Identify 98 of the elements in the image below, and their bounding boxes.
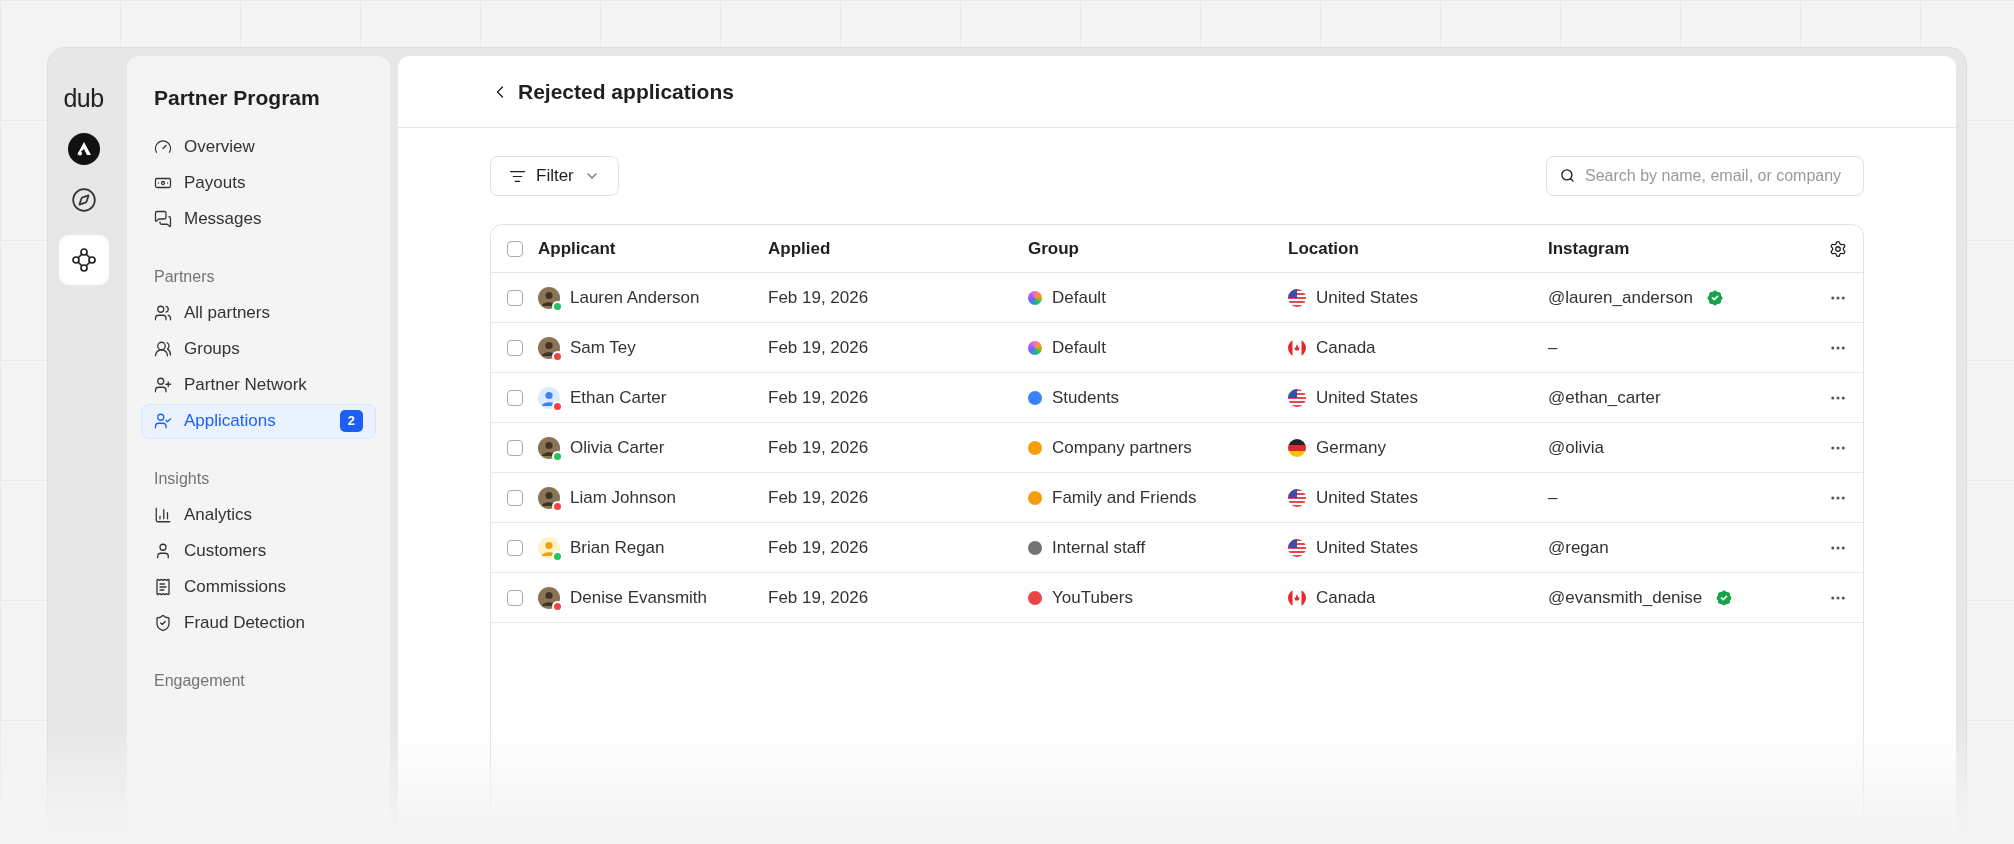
checkbox[interactable] — [507, 240, 523, 257]
flag-icon — [1288, 438, 1306, 457]
sidebar-item[interactable]: Commissions — [141, 569, 376, 605]
avatar — [538, 436, 560, 459]
user-check-icon — [154, 412, 172, 430]
group-name: Internal staff — [1052, 536, 1146, 559]
sidebar-item[interactable]: Groups — [141, 331, 376, 367]
user-plus-icon — [154, 376, 172, 394]
applicant-name: Olivia Carter — [570, 436, 665, 459]
receipt-icon — [154, 578, 172, 596]
instagram-handle: – — [1548, 486, 1558, 509]
applied-date: Feb 19, 2026 — [768, 287, 869, 307]
users-icon — [154, 304, 172, 322]
location-name: United States — [1316, 536, 1419, 559]
sidebar-title: Partner Program — [153, 85, 321, 111]
location-name: United States — [1316, 486, 1419, 509]
applied-date: Feb 19, 2026 — [768, 437, 869, 457]
partners-nav-button[interactable] — [58, 235, 109, 285]
applied-date: Feb 19, 2026 — [768, 587, 869, 607]
applied-date: Feb 19, 2026 — [768, 387, 869, 407]
checkbox[interactable] — [507, 439, 523, 456]
gauge-icon — [154, 138, 172, 156]
group-icon — [154, 340, 172, 358]
column-header: Location — [1288, 237, 1359, 260]
location-name: United States — [1316, 386, 1419, 409]
count-badge: 2 — [339, 410, 363, 432]
section-heading: Insights — [153, 468, 211, 489]
settings-icon[interactable] — [1829, 239, 1847, 258]
location-name: Canada — [1316, 586, 1376, 609]
sidebar-item[interactable]: All partners — [141, 295, 376, 331]
column-header: Instagram — [1548, 237, 1630, 260]
filter-button[interactable]: Filter — [490, 156, 619, 196]
user-icon — [154, 542, 172, 560]
applicant-name: Ethan Carter — [570, 386, 667, 409]
checkbox[interactable] — [507, 539, 523, 556]
group-name: Default — [1052, 336, 1106, 359]
sidebar-item[interactable]: Messages — [141, 201, 376, 237]
page-title: Rejected applications — [518, 78, 734, 105]
instagram-handle: @lauren_anderson — [1548, 286, 1693, 309]
flag-icon — [1288, 338, 1306, 357]
search-field[interactable]: Search by name, email, or company — [1546, 156, 1864, 196]
chat-icon — [154, 210, 172, 228]
avatar — [538, 586, 560, 609]
section-heading: Partners — [153, 266, 216, 287]
group-name: Default — [1052, 286, 1106, 309]
sidebar-item[interactable]: Customers — [141, 533, 376, 569]
instagram-handle: @regan — [1548, 536, 1609, 559]
instagram-handle: @ethan_carter — [1548, 386, 1661, 409]
avatar — [538, 286, 560, 309]
checkbox[interactable] — [507, 289, 523, 306]
workspace-logo-icon[interactable] — [67, 133, 100, 165]
group-name: Company partners — [1052, 436, 1192, 459]
flag-icon — [1288, 538, 1306, 557]
applied-date: Feb 19, 2026 — [768, 537, 869, 557]
instagram-handle: – — [1548, 336, 1558, 359]
compass-icon[interactable] — [70, 187, 97, 213]
sidebar-item[interactable]: Analytics — [141, 497, 376, 533]
avatar — [538, 386, 560, 409]
location-name: United States — [1316, 286, 1419, 309]
checkbox[interactable] — [507, 589, 523, 606]
avatar — [538, 486, 560, 509]
sidebar-item[interactable]: Fraud Detection — [141, 605, 376, 641]
location-name: Germany — [1316, 436, 1386, 459]
flag-icon — [1288, 388, 1306, 407]
column-header: Group — [1028, 237, 1079, 260]
section-heading: Engagement — [153, 670, 246, 691]
brand-logo[interactable]: dub — [63, 86, 104, 111]
sidebar-item[interactable]: Payouts — [141, 165, 376, 201]
checkbox[interactable] — [507, 339, 523, 356]
applicant-name: Lauren Anderson — [570, 286, 700, 309]
avatar — [538, 536, 560, 559]
network-icon — [70, 247, 97, 273]
avatar — [538, 336, 560, 359]
group-name: Family and Friends — [1052, 486, 1197, 509]
applied-date: Feb 19, 2026 — [768, 487, 869, 507]
column-header: Applied — [768, 237, 831, 260]
sidebar-item[interactable]: Overview — [141, 129, 376, 165]
applicant-name: Brian Regan — [570, 536, 665, 559]
applied-date: Feb 19, 2026 — [768, 337, 869, 357]
applicant-name: Denise Evansmith — [570, 586, 707, 609]
applicant-name: Liam Johnson — [570, 486, 676, 509]
column-header: Applicant — [538, 237, 616, 260]
flag-icon — [1288, 488, 1306, 507]
flag-icon — [1288, 288, 1306, 307]
location-name: Canada — [1316, 336, 1376, 359]
search-icon — [1560, 168, 1575, 183]
applicant-name: Sam Tey — [570, 336, 636, 359]
sidebar-item[interactable]: Partner Network — [141, 367, 376, 403]
bar-chart-icon — [154, 506, 172, 524]
group-name: Students — [1052, 386, 1120, 409]
checkbox[interactable] — [507, 389, 523, 406]
instagram-handle: @olivia — [1548, 436, 1604, 459]
shield-icon — [154, 614, 172, 632]
checkbox[interactable] — [507, 489, 523, 506]
flag-icon — [1288, 588, 1306, 607]
sidebar-item[interactable]: Applications 2 — [141, 403, 376, 439]
group-name: YouTubers — [1052, 586, 1133, 609]
instagram-handle: @evansmith_denise — [1548, 586, 1703, 609]
